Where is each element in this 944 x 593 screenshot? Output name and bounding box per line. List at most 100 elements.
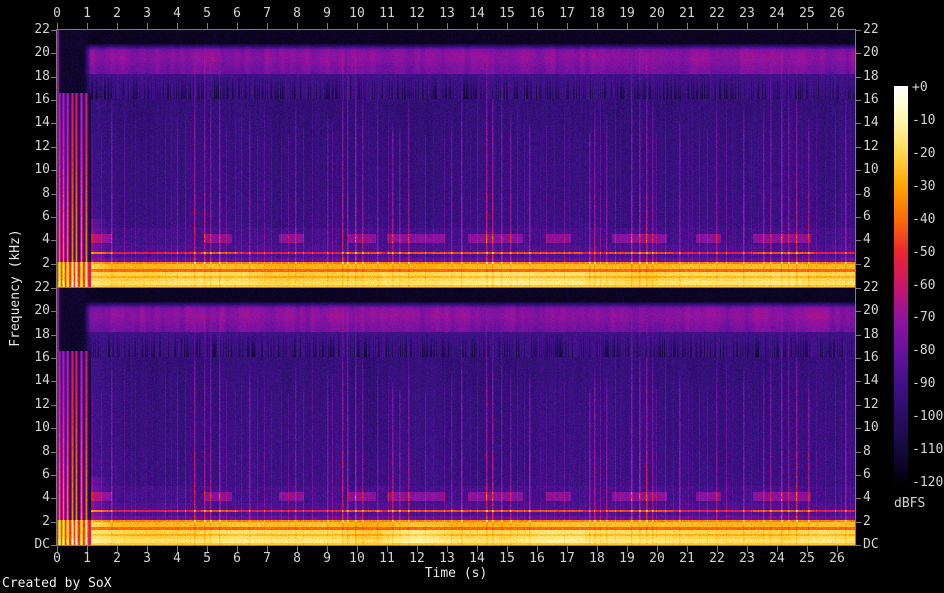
x-tick-label-top: 15: [499, 6, 515, 21]
y-tick-label-right: 16: [863, 350, 879, 365]
sox-spectrogram-figure: Frequency (kHz) 0 0 1 1 2 2 3 3 4 4 5 5 6 6 7 7 8 8 9 9 10 10…: [0, 0, 944, 593]
x-tick-label-bottom: 6: [233, 551, 241, 566]
colorbar-tick-label: -30: [912, 179, 936, 194]
x-tick-mark-top: [267, 23, 268, 29]
y-tick-label-right: 6: [863, 467, 871, 482]
x-tick-label-bottom: 13: [439, 551, 455, 566]
y-tick-mark-left: [51, 381, 56, 382]
x-tick-label-bottom: 1: [83, 551, 91, 566]
y-tick-mark-right: [856, 381, 861, 382]
y-tick-label-left: 22: [34, 22, 50, 37]
x-tick-mark-top: [747, 23, 748, 29]
y-tick-label-left: 12: [34, 139, 50, 154]
x-tick-mark-top: [657, 23, 658, 29]
x-tick-label-bottom: 10: [349, 551, 365, 566]
spectrogram-channel-2-canvas: [57, 288, 855, 545]
y-tick-mark-right: [856, 147, 861, 148]
y-tick-label-right: 18: [863, 327, 879, 342]
y-tick-label-left: 10: [34, 162, 50, 177]
x-tick-mark-top: [297, 23, 298, 29]
y-tick-mark-left: [51, 498, 56, 499]
y-tick-label-right: 4: [863, 490, 871, 505]
x-tick-mark-top: [687, 23, 688, 29]
x-tick-label-bottom: 14: [469, 551, 485, 566]
colorbar-tick-label: +0: [912, 80, 928, 95]
spectrogram-channel-1-canvas: [57, 30, 855, 287]
x-tick-label-bottom: 9: [323, 551, 331, 566]
x-tick-mark-top: [837, 23, 838, 29]
y-tick-label-left: 16: [34, 92, 50, 107]
x-tick-label-top: 17: [559, 6, 575, 21]
y-tick-label-left: 8: [42, 186, 50, 201]
x-tick-mark-top: [237, 23, 238, 29]
x-tick-mark-top: [507, 23, 508, 29]
y-tick-mark-right: [856, 545, 861, 546]
y-axis-title: Frequency (kHz): [8, 229, 23, 347]
y-tick-mark-left: [51, 405, 56, 406]
y-tick-mark-left: [51, 194, 56, 195]
y-tick-mark-right: [856, 358, 861, 359]
x-tick-label-bottom: 22: [709, 551, 725, 566]
y-tick-mark-right: [856, 311, 861, 312]
y-tick-label-left: 12: [34, 397, 50, 412]
y-tick-label-right: 6: [863, 209, 871, 224]
x-tick-label-bottom: 15: [499, 551, 515, 566]
y-tick-label-right: 16: [863, 92, 879, 107]
x-tick-label-bottom: 8: [293, 551, 301, 566]
y-tick-label-left: 2: [42, 256, 50, 271]
x-tick-label-top: 4: [173, 6, 181, 21]
y-tick-mark-right: [856, 217, 861, 218]
credit-text: Created by SoX: [2, 576, 112, 591]
y-tick-mark-right: [856, 405, 861, 406]
y-tick-label-left: 8: [42, 444, 50, 459]
x-tick-label-bottom: 26: [829, 551, 845, 566]
y-tick-label-right: 10: [863, 420, 879, 435]
x-tick-label-bottom: 4: [173, 551, 181, 566]
y-tick-mark-right: [856, 428, 861, 429]
x-tick-mark-top: [567, 23, 568, 29]
y-tick-mark-right: [856, 30, 861, 31]
colorbar-tick-label: -50: [912, 245, 936, 260]
x-tick-label-top: 19: [619, 6, 635, 21]
x-tick-mark-top: [357, 23, 358, 29]
y-tick-label-right: 10: [863, 162, 879, 177]
y-tick-mark-left: [51, 428, 56, 429]
x-tick-label-top: 3: [143, 6, 151, 21]
x-tick-label-top: 25: [799, 6, 815, 21]
colorbar-gradient: [894, 86, 908, 487]
y-tick-mark-left: [51, 100, 56, 101]
x-axis-title: Time (s): [424, 566, 488, 581]
y-tick-mark-right: [856, 77, 861, 78]
x-tick-label-top: 18: [589, 6, 605, 21]
y-tick-label-right: 8: [863, 444, 871, 459]
x-tick-mark-top: [387, 23, 388, 29]
y-tick-mark-right: [856, 194, 861, 195]
y-tick-label-left: 4: [42, 490, 50, 505]
x-tick-label-top: 26: [829, 6, 845, 21]
y-tick-label-left: 16: [34, 350, 50, 365]
y-tick-label-right: 20: [863, 303, 879, 318]
y-tick-label-left: 18: [34, 69, 50, 84]
y-tick-label-left: 20: [34, 303, 50, 318]
y-tick-mark-right: [856, 53, 861, 54]
y-tick-mark-left: [51, 522, 56, 523]
y-tick-mark-right: [856, 335, 861, 336]
x-tick-label-bottom: 24: [769, 551, 785, 566]
x-tick-label-top: 6: [233, 6, 241, 21]
x-tick-label-top: 13: [439, 6, 455, 21]
y-tick-label-left: 2: [42, 514, 50, 529]
y-tick-mark-right: [856, 264, 861, 265]
y-tick-label-left: 6: [42, 209, 50, 224]
y-tick-label-right: 14: [863, 115, 879, 130]
x-tick-label-top: 1: [83, 6, 91, 21]
x-tick-mark-top: [717, 23, 718, 29]
x-tick-label-bottom: 21: [679, 551, 695, 566]
x-tick-mark-top: [447, 23, 448, 29]
colorbar-tick-label: -40: [912, 212, 936, 227]
y-tick-mark-right: [856, 452, 861, 453]
x-tick-label-bottom: 3: [143, 551, 151, 566]
y-tick-mark-left: [51, 123, 56, 124]
x-tick-label-top: 22: [709, 6, 725, 21]
x-tick-mark-top: [597, 23, 598, 29]
x-tick-label-top: 21: [679, 6, 695, 21]
